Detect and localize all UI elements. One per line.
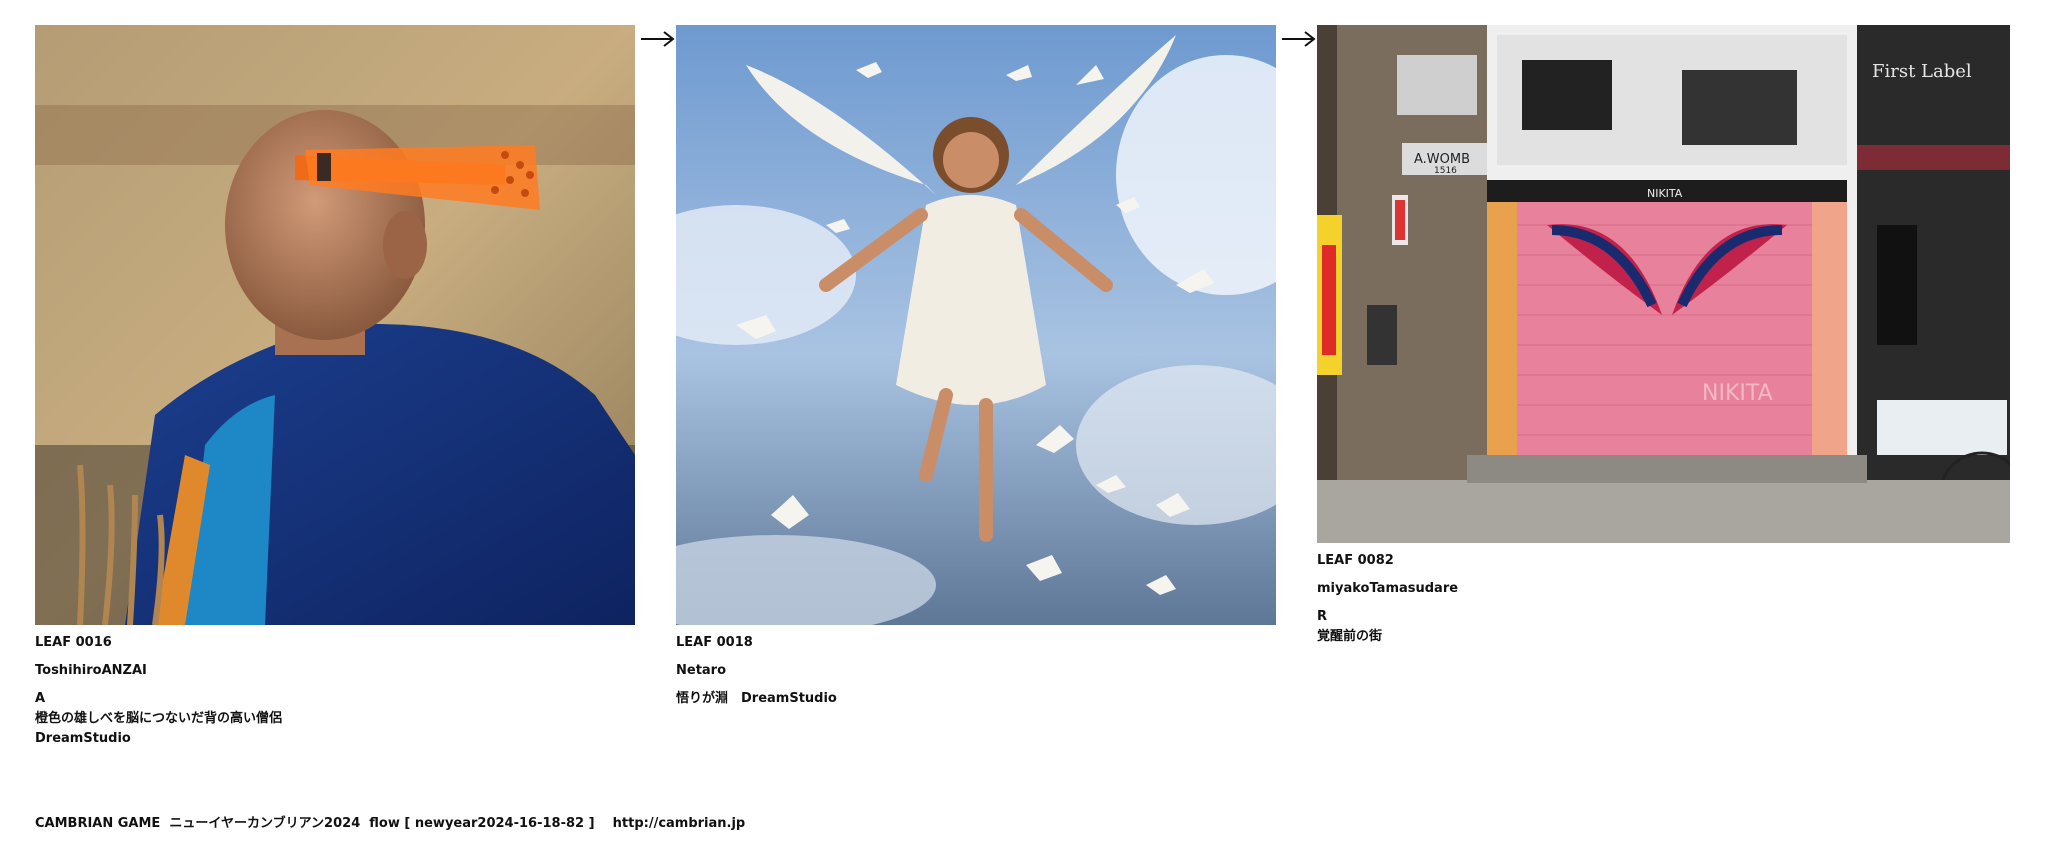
leaf-description: 覚醒前の街 — [1317, 629, 1383, 644]
leaf-author[interactable]: ToshihiroANZAI — [35, 661, 635, 681]
sign-nikita-top: NIKITA — [1647, 187, 1683, 200]
sign-nikita-shutter: NIKITA — [1702, 381, 1773, 406]
arrow-right-icon — [1281, 28, 1317, 50]
arrow-right-icon — [640, 28, 676, 50]
leaf-author[interactable]: miyakoTamasudare — [1317, 579, 2010, 599]
sign-awomb-sub: 1516 — [1434, 166, 1457, 176]
leaf-code: LEAF 0082 — [1317, 553, 1394, 568]
leaf-caption: 悟りが淵 DreamStudio — [676, 691, 837, 706]
leaf-card-0018: LEAF 0018 Netaro 悟りが淵 DreamStudio — [676, 25, 1276, 709]
leaf-mark: R — [1317, 609, 1328, 624]
leaf-image-monk[interactable] — [35, 25, 635, 625]
footer-credit[interactable]: CAMBRIAN GAME ニューイヤーカンブリアン2024 flow [ ne… — [35, 812, 745, 831]
leaf-card-0016: LEAF 0016 ToshihiroANZAI A 橙色の雄しべを脳につないだ… — [35, 25, 635, 749]
leaf-author[interactable]: Netaro — [676, 661, 1276, 681]
flow-page: LEAF 0016 ToshihiroANZAI A 橙色の雄しべを脳につないだ… — [0, 0, 2045, 847]
leaf-mark: A — [35, 691, 46, 706]
leaf-image-street[interactable]: A.WOMB 1516 NIKITA NIKITA First Label — [1317, 25, 2010, 543]
leaf-code: LEAF 0018 — [676, 635, 753, 650]
leaf-image-angel[interactable] — [676, 25, 1276, 625]
leaf-code: LEAF 0016 — [35, 635, 112, 650]
sign-first-label: First Label — [1872, 61, 1972, 82]
leaf-description: 橙色の雄しべを脳につないだ背の高い僧侶 — [35, 711, 283, 726]
sign-awomb: A.WOMB — [1414, 152, 1470, 167]
leaf-tool: DreamStudio — [35, 731, 131, 746]
leaf-card-0082: A.WOMB 1516 NIKITA NIKITA First Label LE… — [1317, 25, 2010, 647]
